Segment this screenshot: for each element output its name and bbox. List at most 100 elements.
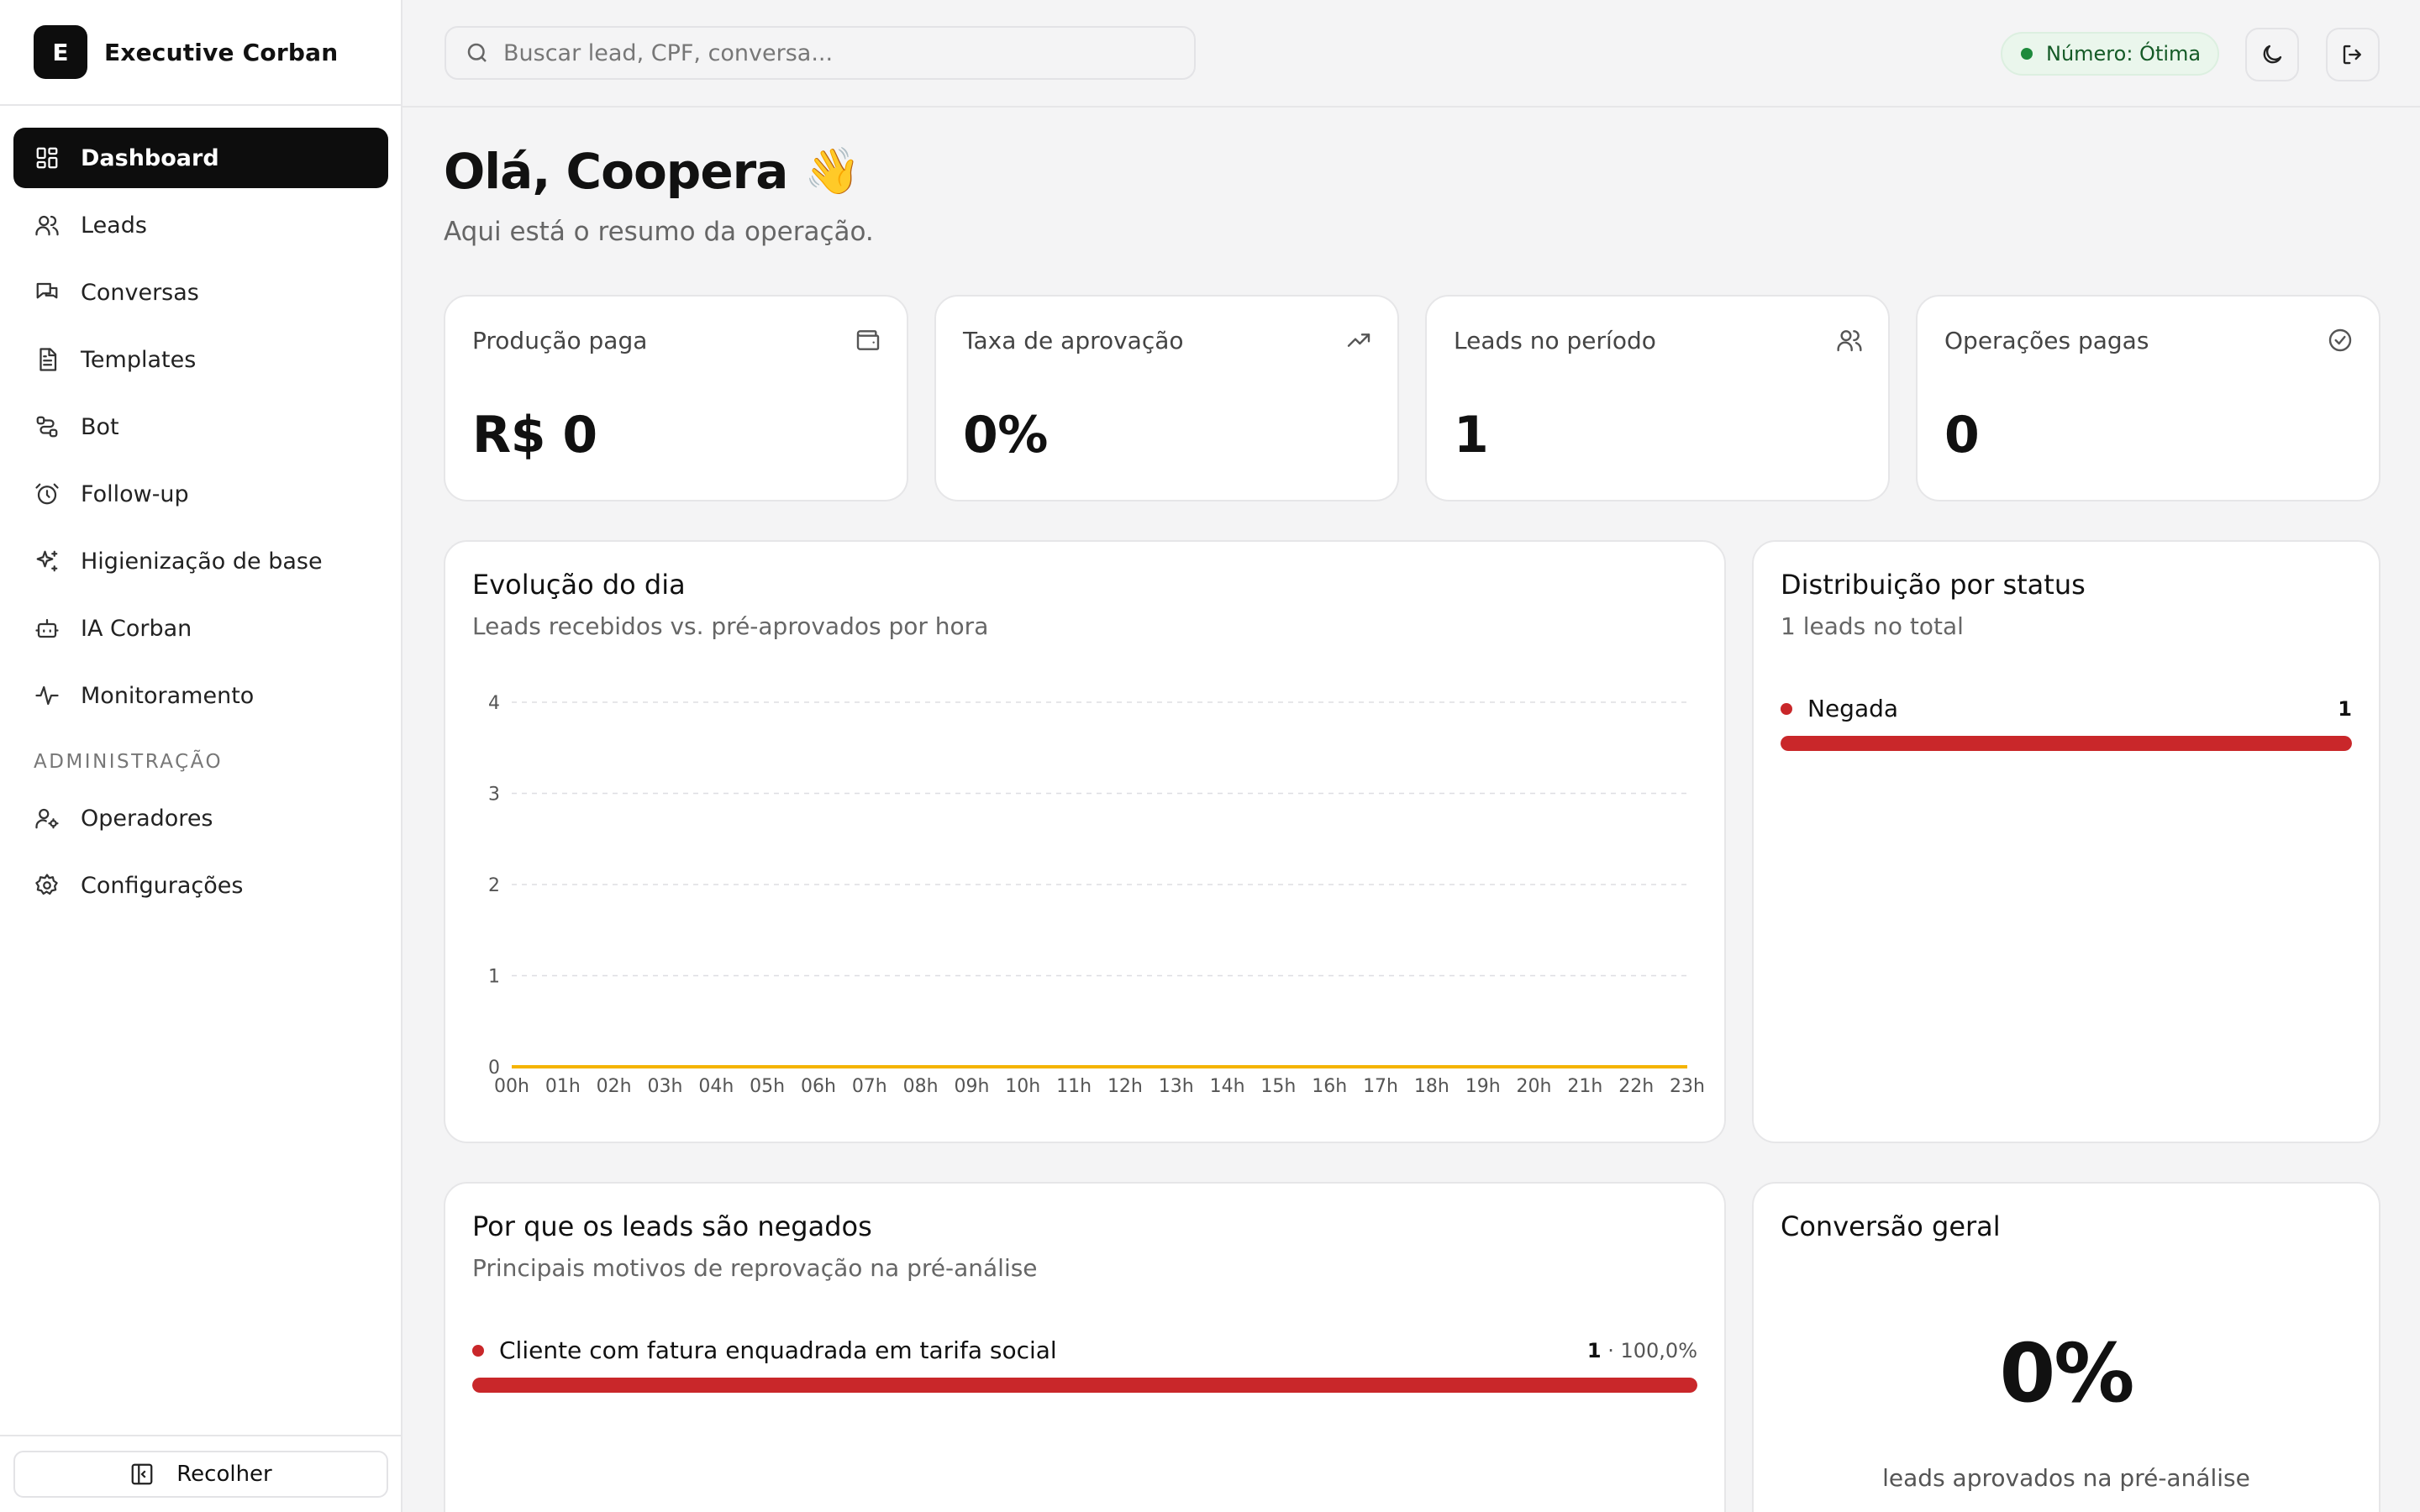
sidebar: E Executive Corban Dashboard Leads Conve…: [0, 0, 402, 1512]
collapse-sidebar-button[interactable]: Recolher: [13, 1451, 388, 1498]
x-tick-label: 08h: [903, 1076, 939, 1097]
card-title: Por que os leads são negados: [472, 1210, 872, 1242]
status-bar-fill: [1781, 736, 2352, 751]
sidebar-item-label: Monitoramento: [81, 682, 255, 709]
sidebar-item-ia-corban[interactable]: IA Corban: [13, 598, 388, 659]
brand-name: Executive Corban: [104, 38, 339, 66]
check-circle-icon: [2327, 327, 2354, 354]
sidebar-item-leads[interactable]: Leads: [13, 195, 388, 255]
sidebar-item-label: Operadores: [81, 805, 213, 832]
status-distribution-card: Distribuição por status 1 leads no total…: [1752, 540, 2381, 1143]
x-tick-label: 20h: [1517, 1076, 1552, 1097]
sidebar-item-bot[interactable]: Bot: [13, 396, 388, 457]
x-tick-label: 13h: [1159, 1076, 1194, 1097]
topbar: Número: Ótima: [402, 0, 2420, 108]
card-title: Conversão geral: [1781, 1210, 2001, 1242]
kpi-card-leads-periodo: Leads no período 1: [1425, 295, 1890, 501]
reason-bar-track: [472, 1378, 1697, 1393]
greeting-text: Olá, Coopera: [444, 143, 788, 200]
sidebar-item-conversas[interactable]: Conversas: [13, 262, 388, 323]
x-tick-label: 07h: [852, 1076, 887, 1097]
y-tick-label: 2: [488, 875, 500, 896]
wave-emoji: 👋: [804, 144, 860, 197]
number-status-badge: Número: Ótima: [2001, 32, 2219, 76]
kpi-card-taxa-aprovacao: Taxa de aprovação 0%: [934, 295, 1399, 501]
search-icon: [467, 43, 487, 62]
reason-dot: [472, 1344, 484, 1357]
brand: E Executive Corban: [0, 0, 401, 106]
x-tick-label: 14h: [1210, 1076, 1245, 1097]
status-bar-track: [1781, 736, 2352, 751]
x-tick-label: 05h: [750, 1076, 785, 1097]
sidebar-item-label: Dashboard: [81, 144, 219, 171]
conversion-caption: leads aprovados na pré-análise: [1882, 1464, 2250, 1492]
y-tick-label: 4: [488, 693, 500, 714]
kpi-value: R$ 0: [472, 406, 597, 465]
x-tick-label: 22h: [1618, 1076, 1654, 1097]
sidebar-item-operadores[interactable]: Operadores: [13, 788, 388, 848]
card-subtitle: 1 leads no total: [1781, 612, 1964, 640]
sidebar-nav: Dashboard Leads Conversas Templates Bot …: [13, 128, 388, 922]
theme-toggle-button[interactable]: [2245, 28, 2299, 81]
denial-reasons-card: Por que os leads são negados Principais …: [444, 1182, 1726, 1512]
x-tick-label: 15h: [1260, 1076, 1296, 1097]
kpi-card-operacoes-pagas: Operações pagas 0: [1916, 295, 2381, 501]
search-box[interactable]: [445, 26, 1196, 80]
x-tick-label: 09h: [954, 1076, 989, 1097]
robot-icon: [34, 615, 60, 642]
status-row-negada: Negada 1: [1781, 695, 2352, 751]
sidebar-item-label: Templates: [81, 346, 197, 373]
y-tick-label: 1: [488, 967, 500, 988]
sidebar-item-label: Bot: [81, 413, 119, 440]
evolution-line-chart: 0123400h 01h 02h 03h 04h 05h 06h 07h 08h 09h 10h 11…: [488, 693, 1705, 1097]
moon-icon: [2263, 45, 2282, 64]
panel-left-icon: [131, 1463, 153, 1485]
x-tick-label: 01h: [545, 1076, 581, 1097]
x-tick-label: 03h: [648, 1076, 683, 1097]
sidebar-item-higienizacao[interactable]: Higienização de base: [13, 531, 388, 591]
x-tick-label: 23h: [1670, 1076, 1705, 1097]
kpi-label: Leads no período: [1454, 327, 1656, 354]
reason-bar-fill: [472, 1378, 1697, 1393]
user-cog-icon: [34, 805, 60, 832]
activity-icon: [34, 682, 60, 709]
status-dot: [1781, 702, 1792, 715]
status-label: Negada: [1807, 695, 1899, 722]
kpi-label: Operações pagas: [1944, 327, 2149, 354]
kpi-label: Taxa de aprovação: [963, 327, 1184, 354]
sparkles-icon: [34, 548, 60, 575]
kpi-value: 0: [1944, 406, 1980, 465]
sidebar-item-templates[interactable]: Templates: [13, 329, 388, 390]
chat-icon: [34, 279, 60, 306]
sidebar-item-monitoramento[interactable]: Monitoramento: [13, 665, 388, 726]
x-tick-label: 06h: [801, 1076, 836, 1097]
sidebar-footer: Recolher: [0, 1435, 401, 1512]
sidebar-item-follow-up[interactable]: Follow-up: [13, 464, 388, 524]
sidebar-item-label: Configurações: [81, 872, 244, 899]
card-title: Distribuição por status: [1781, 569, 2086, 601]
x-tick-label: 21h: [1567, 1076, 1602, 1097]
x-tick-label: 19h: [1465, 1076, 1501, 1097]
x-tick-label: 02h: [597, 1076, 632, 1097]
kpi-card-producao: Produção paga R$ 0: [444, 295, 908, 501]
document-icon: [34, 346, 60, 373]
reason-label: Cliente com fatura enquadrada em tarifa …: [499, 1336, 1057, 1364]
x-tick-label: 10h: [1005, 1076, 1040, 1097]
sidebar-item-dashboard[interactable]: Dashboard: [13, 128, 388, 188]
gear-icon: [34, 872, 60, 899]
alarm-clock-icon: [34, 480, 60, 507]
x-tick-label: 17h: [1363, 1076, 1398, 1097]
logout-button[interactable]: [2326, 28, 2380, 81]
x-tick-label: 04h: [698, 1076, 734, 1097]
sidebar-item-label: IA Corban: [81, 615, 192, 642]
search-input[interactable]: [503, 39, 1176, 66]
x-tick-label: 18h: [1414, 1076, 1449, 1097]
y-tick-label: 3: [488, 785, 500, 806]
workflow-icon: [34, 413, 60, 440]
evolution-chart-card: Evolução do dia Leads recebidos vs. pré-…: [444, 540, 1726, 1143]
denial-reason-row: Cliente com fatura enquadrada em tarifa …: [472, 1336, 1697, 1393]
sidebar-item-configuracoes[interactable]: Configurações: [13, 855, 388, 916]
wallet-icon: [855, 327, 881, 354]
collapse-label: Recolher: [176, 1462, 272, 1487]
kpi-label: Produção paga: [472, 327, 648, 354]
